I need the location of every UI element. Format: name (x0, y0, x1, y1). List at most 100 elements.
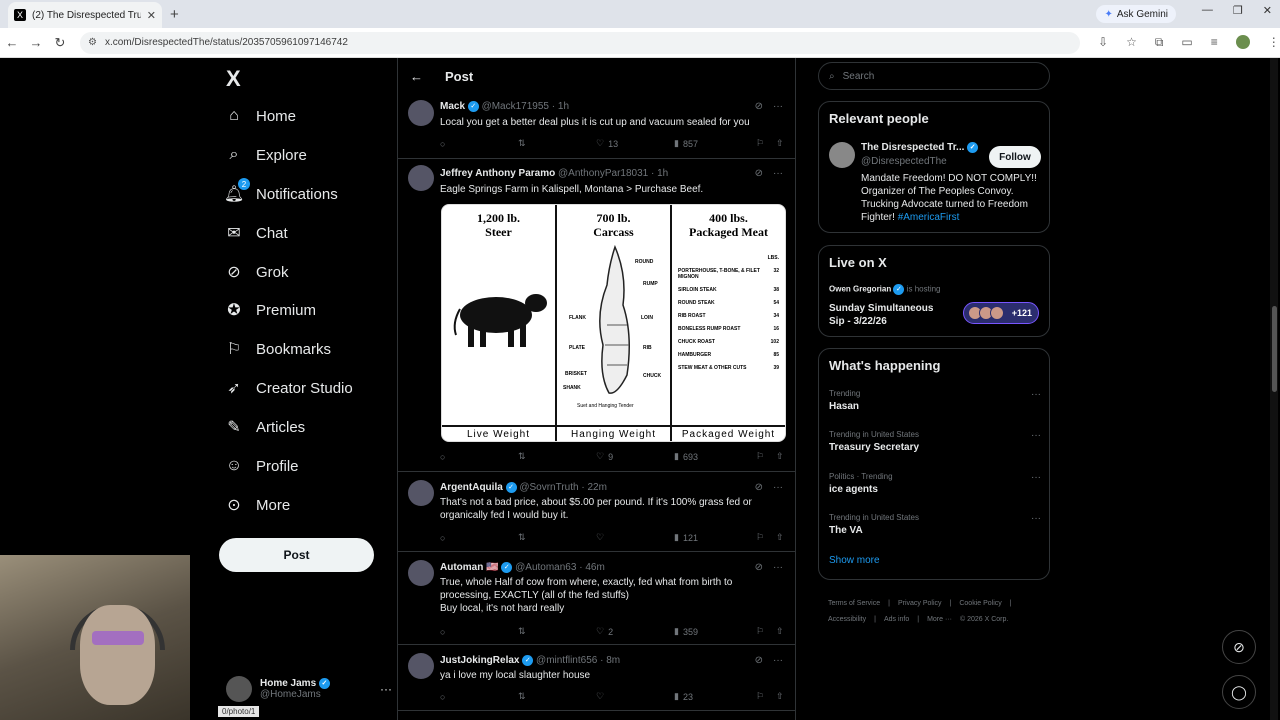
trend-more-icon[interactable]: ··· (1031, 513, 1041, 524)
nav-articles[interactable]: ✎ Articles (224, 417, 305, 437)
reply-tweet[interactable]: Mack ✓ @Mack171955 · 1h ⊘ ··· Local you g… (398, 94, 795, 159)
profile-avatar[interactable] (1235, 35, 1250, 49)
grok-explain-icon[interactable]: ⊘ (755, 168, 763, 179)
cookie-link[interactable]: Cookie Policy (959, 600, 1001, 607)
reply-button[interactable]: ○ (440, 626, 518, 637)
nav-notifications[interactable]: 🔔︎ 2 Notifications (224, 178, 338, 204)
browser-tab[interactable]: X (2) The Disrespected Trucker on ✕ (8, 2, 162, 28)
scrollbar-thumb[interactable] (1272, 306, 1277, 392)
avatar[interactable] (408, 100, 434, 126)
trend-more-icon[interactable]: ··· (1031, 472, 1041, 483)
post-button[interactable]: Post (219, 538, 374, 572)
bookmark-button[interactable]: ⚐ (756, 626, 776, 637)
tweet-more-icon[interactable]: ··· (773, 562, 783, 573)
like-button[interactable]: ♡ 2 (596, 626, 674, 637)
tweet-time[interactable]: · 1h (552, 101, 569, 112)
bookmark-button[interactable]: ⚐ (756, 532, 776, 543)
avatar[interactable] (408, 653, 434, 679)
follow-button[interactable]: Follow (989, 146, 1041, 168)
restore-icon[interactable]: ❐ (1233, 4, 1243, 17)
account-switcher[interactable]: Home Jams ✓ @HomeJams ··· (226, 672, 392, 706)
trend-item[interactable]: Trending in United States Treasury Secret… (829, 430, 1041, 453)
hashtag-link[interactable]: #AmericaFirst (898, 212, 960, 223)
tweet-more-icon[interactable]: ··· (773, 482, 783, 493)
share-button[interactable]: ⇧ (776, 451, 784, 462)
repost-button[interactable]: ⇅ (518, 138, 596, 149)
trend-more-icon[interactable]: ··· (1031, 430, 1041, 441)
tweet-author[interactable]: Jeffrey Anthony Paramo (440, 168, 555, 179)
grok-explain-icon[interactable]: ⊘ (755, 101, 763, 112)
bookmark-button[interactable]: ⚐ (756, 138, 776, 149)
forward-icon[interactable]: → (24, 35, 48, 50)
nav-chat[interactable]: ✉ Chat (224, 223, 287, 243)
repost-button[interactable]: ⇅ (518, 451, 596, 462)
avatar[interactable] (408, 480, 434, 506)
account-more-icon[interactable]: ··· (380, 682, 392, 696)
tweet-handle[interactable]: @Mack171955 (482, 101, 549, 112)
tweet-more-icon[interactable]: ··· (773, 168, 783, 179)
site-info-icon[interactable]: ⚙ (88, 37, 97, 48)
share-button[interactable]: ⇧ (776, 138, 784, 149)
back-icon[interactable]: ← (0, 35, 24, 50)
tweet-author[interactable]: Mack (440, 101, 465, 112)
tweet-handle[interactable]: @AnthonyPar18031 (558, 168, 648, 179)
nav-more[interactable]: ⊙ More (224, 495, 290, 515)
chrome-menu-icon[interactable]: ⋮ (1268, 35, 1280, 50)
like-button[interactable]: ♡ 13 (596, 138, 674, 149)
nav-explore[interactable]: ⌕ Explore (224, 145, 307, 165)
reply-button[interactable]: ○ (440, 532, 518, 543)
space-listeners-pill[interactable]: +121 (963, 302, 1039, 324)
nav-bookmarks[interactable]: ⚐ Bookmarks (224, 339, 331, 359)
new-tab-icon[interactable]: + (170, 6, 179, 23)
url-field[interactable]: ⚙ x.com/DisrespectedThe/status/203570596… (80, 31, 1080, 54)
share-button[interactable]: ⇧ (776, 691, 784, 702)
privacy-link[interactable]: Privacy Policy (898, 600, 942, 607)
reply-tweet[interactable]: JustJokingRelax ✓ @mintflint656 · 8m ⊘ ··… (398, 645, 795, 711)
grok-explain-icon[interactable]: ⊘ (755, 655, 763, 666)
bookmark-star-icon[interactable]: ☆ (1126, 35, 1137, 50)
share-button[interactable]: ⇧ (776, 626, 784, 637)
trend-item[interactable]: Politics · Trending ice agents ··· (829, 472, 1041, 495)
media-icon[interactable]: ≡ (1211, 35, 1218, 50)
reply-button[interactable]: ○ (440, 451, 518, 462)
tweet-handle[interactable]: @Automan63 (515, 562, 576, 573)
tweet-more-icon[interactable]: ··· (773, 655, 783, 666)
tweet-time[interactable]: · 8m (600, 655, 620, 666)
nav-home[interactable]: ⌂ Home (224, 106, 296, 126)
nav-creator-studio[interactable]: ➶ Creator Studio (224, 378, 352, 398)
like-button[interactable]: ♡ (596, 691, 674, 702)
install-icon[interactable]: ⇩ (1098, 35, 1108, 50)
x-logo-icon[interactable]: X (226, 66, 241, 92)
tweet-author[interactable]: ArgentAquila (440, 482, 503, 493)
footer-more-link[interactable]: More ··· (927, 616, 952, 623)
repost-button[interactable]: ⇅ (518, 532, 596, 543)
tweet-handle[interactable]: @mintflint656 (536, 655, 597, 666)
search-input[interactable]: ⌕ Search (818, 62, 1050, 90)
tweet-author[interactable]: Automan 🇺🇸 (440, 562, 499, 573)
trend-item[interactable]: Trending Hasan ··· (829, 389, 1041, 412)
grok-fab-icon[interactable]: ⊘ (1222, 630, 1256, 664)
accessibility-link[interactable]: Accessibility (828, 616, 866, 623)
ask-gemini-button[interactable]: ✦ Ask Gemini (1096, 5, 1176, 23)
show-more-link[interactable]: Show more (829, 555, 880, 566)
tweet-time[interactable]: · 22m (581, 482, 607, 493)
split-icon[interactable]: ▭ (1181, 35, 1192, 50)
tweet-more-icon[interactable]: ··· (773, 101, 783, 112)
repost-button[interactable]: ⇅ (518, 626, 596, 637)
close-window-icon[interactable]: ✕ (1263, 4, 1272, 17)
trend-more-icon[interactable]: ··· (1031, 389, 1041, 400)
reply-button[interactable]: ○ (440, 691, 518, 702)
like-button[interactable]: ♡ 9 (596, 451, 674, 462)
views-button[interactable]: ▮ 23 (674, 691, 756, 702)
tweet-handle[interactable]: @SovrnTruth (519, 482, 578, 493)
bookmark-button[interactable]: ⚐ (756, 451, 776, 462)
person-handle[interactable]: @DisrespectedThe (861, 156, 947, 167)
avatar[interactable] (408, 560, 434, 586)
trend-item[interactable]: Trending in United States The VA ··· (829, 513, 1041, 536)
views-button[interactable]: ▮ 121 (674, 532, 756, 543)
close-tab-icon[interactable]: ✕ (147, 9, 156, 22)
tweet-time[interactable]: · 46m (579, 562, 605, 573)
tweet-image-beef-yield[interactable]: 1,200 lb. Steer Live Weight 700 lb. Carcas… (441, 204, 786, 442)
tweet-author[interactable]: JustJokingRelax (440, 655, 519, 666)
space-title[interactable]: Sunday Simultaneous Sip - 3/22/26 (829, 302, 949, 328)
